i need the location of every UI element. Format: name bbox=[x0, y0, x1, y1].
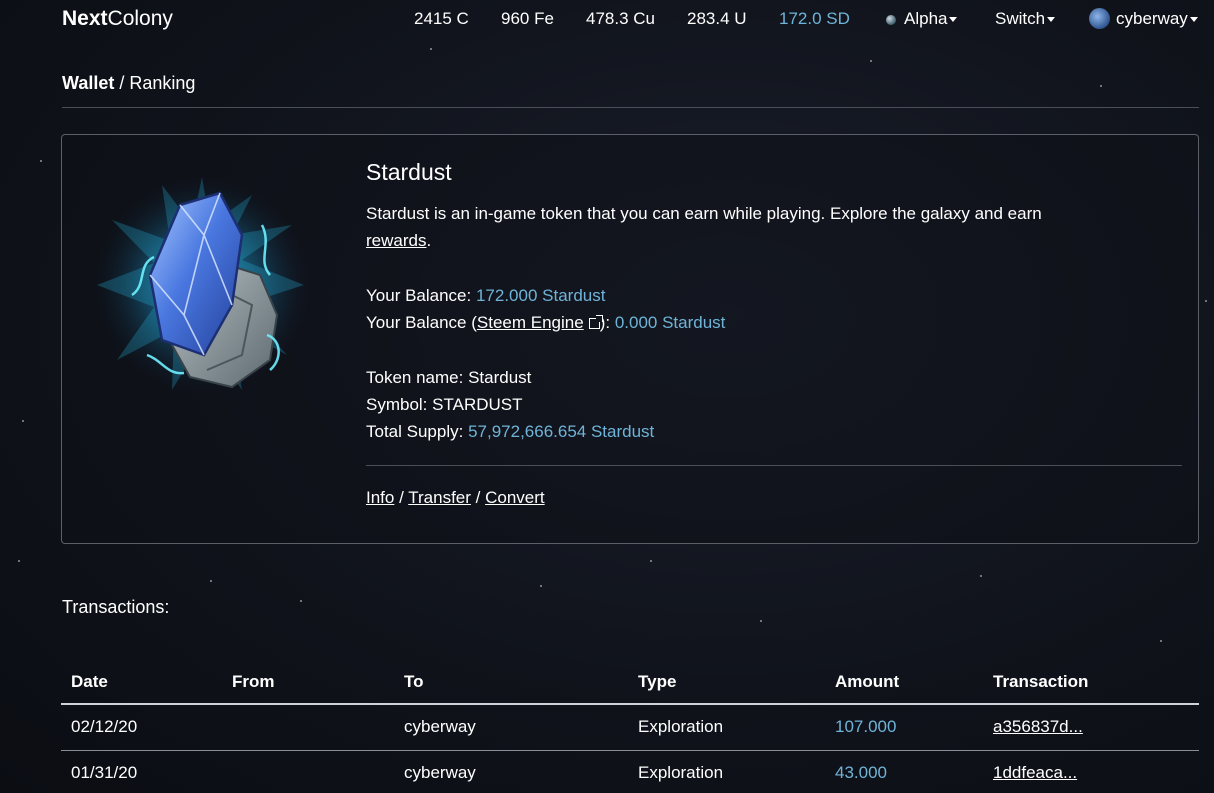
column-header-date: Date bbox=[61, 660, 222, 705]
supply-label: Total Supply: bbox=[366, 422, 464, 441]
chevron-down-icon bbox=[949, 17, 958, 23]
switch-dropdown[interactable]: Switch bbox=[995, 9, 1056, 29]
chevron-down-icon bbox=[1189, 17, 1198, 23]
cell-type: Exploration bbox=[628, 750, 825, 793]
cell-transaction-link[interactable]: 1ddfeaca... bbox=[983, 750, 1199, 793]
column-header-to: To bbox=[394, 660, 628, 705]
username: cyberway bbox=[1116, 9, 1188, 28]
token-description: Stardust is an in-game token that you ca… bbox=[366, 200, 1182, 254]
balance-row: Your Balance: 172.000 Stardust bbox=[366, 282, 1182, 309]
cell-to: cyberway bbox=[394, 750, 628, 793]
cell-amount: 107.000 bbox=[825, 704, 983, 751]
table-header-row: Date From To Type Amount Transaction bbox=[61, 660, 1199, 705]
cell-amount: 43.000 bbox=[825, 750, 983, 793]
breadcrumb-wallet[interactable]: Wallet bbox=[62, 73, 114, 93]
column-header-type: Type bbox=[628, 660, 825, 705]
cell-type: Exploration bbox=[628, 704, 825, 751]
supply-row: Total Supply: 57,972,666.654 Stardust bbox=[366, 418, 1182, 445]
column-header-from: From bbox=[222, 660, 394, 705]
planet-dropdown[interactable]: Alpha bbox=[886, 9, 958, 29]
engine-balance-value: 0.000 Stardust bbox=[614, 313, 726, 332]
planet-name: Alpha bbox=[904, 9, 948, 28]
user-dropdown[interactable]: cyberway bbox=[1089, 8, 1198, 30]
description-end: . bbox=[426, 231, 432, 250]
brand-rest: Colony bbox=[107, 7, 173, 30]
resource-iron: 960 Fe bbox=[501, 9, 554, 28]
transfer-link[interactable]: Transfer bbox=[408, 488, 471, 507]
token-name-value: Stardust bbox=[468, 368, 532, 387]
steem-engine-link[interactable]: Steem Engine bbox=[477, 313, 584, 332]
balance-label: Your Balance: bbox=[366, 286, 472, 305]
token-info: Stardust Stardust is an in-game token th… bbox=[366, 159, 1182, 511]
resource-stardust: 172.0 SD bbox=[779, 9, 850, 28]
table-row: 02/12/20 cyberway Exploration 107.000 a3… bbox=[61, 704, 1199, 751]
stardust-crystal-icon bbox=[92, 165, 312, 400]
breadcrumb-divider bbox=[62, 107, 1199, 108]
rewards-link[interactable]: rewards bbox=[366, 231, 426, 250]
top-navbar: NextColony 2415 C 960 Fe 478.3 Cu 283.4 … bbox=[0, 0, 1214, 38]
token-name-row: Token name: Stardust bbox=[366, 364, 1182, 391]
action-separator: / bbox=[399, 488, 404, 507]
cell-date: 02/12/20 bbox=[61, 704, 222, 751]
symbol-label: Symbol: bbox=[366, 395, 428, 414]
brand-logo[interactable]: NextColony bbox=[62, 7, 173, 31]
external-link-icon bbox=[588, 315, 603, 329]
table-row: 01/31/20 cyberway Exploration 43.000 1dd… bbox=[61, 750, 1199, 793]
cell-date: 01/31/20 bbox=[61, 750, 222, 793]
cell-from bbox=[222, 704, 394, 751]
info-link[interactable]: Info bbox=[366, 488, 394, 507]
token-title: Stardust bbox=[366, 159, 452, 185]
description-text: Stardust is an in-game token that you ca… bbox=[366, 204, 1042, 223]
column-header-amount: Amount bbox=[825, 660, 983, 705]
card-divider bbox=[366, 465, 1182, 466]
brand-bold: Next bbox=[62, 7, 108, 30]
convert-link[interactable]: Convert bbox=[485, 488, 545, 507]
symbol-value: STARDUST bbox=[432, 395, 523, 414]
chevron-down-icon bbox=[1047, 17, 1056, 23]
breadcrumb: Wallet / Ranking bbox=[62, 73, 195, 94]
column-header-transaction: Transaction bbox=[983, 660, 1199, 705]
token-card: Stardust Stardust is an in-game token th… bbox=[61, 134, 1199, 544]
engine-label-pre: Your Balance ( bbox=[366, 313, 477, 332]
balance-value: 172.000 Stardust bbox=[475, 286, 606, 305]
engine-balance-row: Your Balance (Steem Engine): 0.000 Stard… bbox=[366, 309, 1182, 336]
cell-transaction-link[interactable]: a356837d... bbox=[983, 704, 1199, 751]
action-separator: / bbox=[475, 488, 481, 507]
transactions-heading: Transactions: bbox=[62, 597, 170, 617]
avatar bbox=[1089, 8, 1110, 30]
supply-value: 57,972,666.654 Stardust bbox=[468, 422, 655, 441]
resource-copper: 478.3 Cu bbox=[586, 9, 655, 28]
breadcrumb-ranking[interactable]: Ranking bbox=[129, 73, 195, 93]
cell-to: cyberway bbox=[394, 704, 628, 751]
token-actions: Info / Transfer / Convert bbox=[366, 484, 1182, 511]
symbol-row: Symbol: STARDUST bbox=[366, 391, 1182, 418]
cell-from bbox=[222, 750, 394, 793]
planet-icon bbox=[886, 14, 896, 25]
resource-carbon: 2415 C bbox=[414, 9, 469, 28]
breadcrumb-separator: / bbox=[119, 73, 125, 93]
resource-uranium: 283.4 U bbox=[687, 9, 747, 28]
transactions-table: Date From To Type Amount Transaction 02/… bbox=[61, 660, 1199, 793]
switch-label: Switch bbox=[995, 9, 1046, 28]
token-name-label: Token name: bbox=[366, 368, 464, 387]
